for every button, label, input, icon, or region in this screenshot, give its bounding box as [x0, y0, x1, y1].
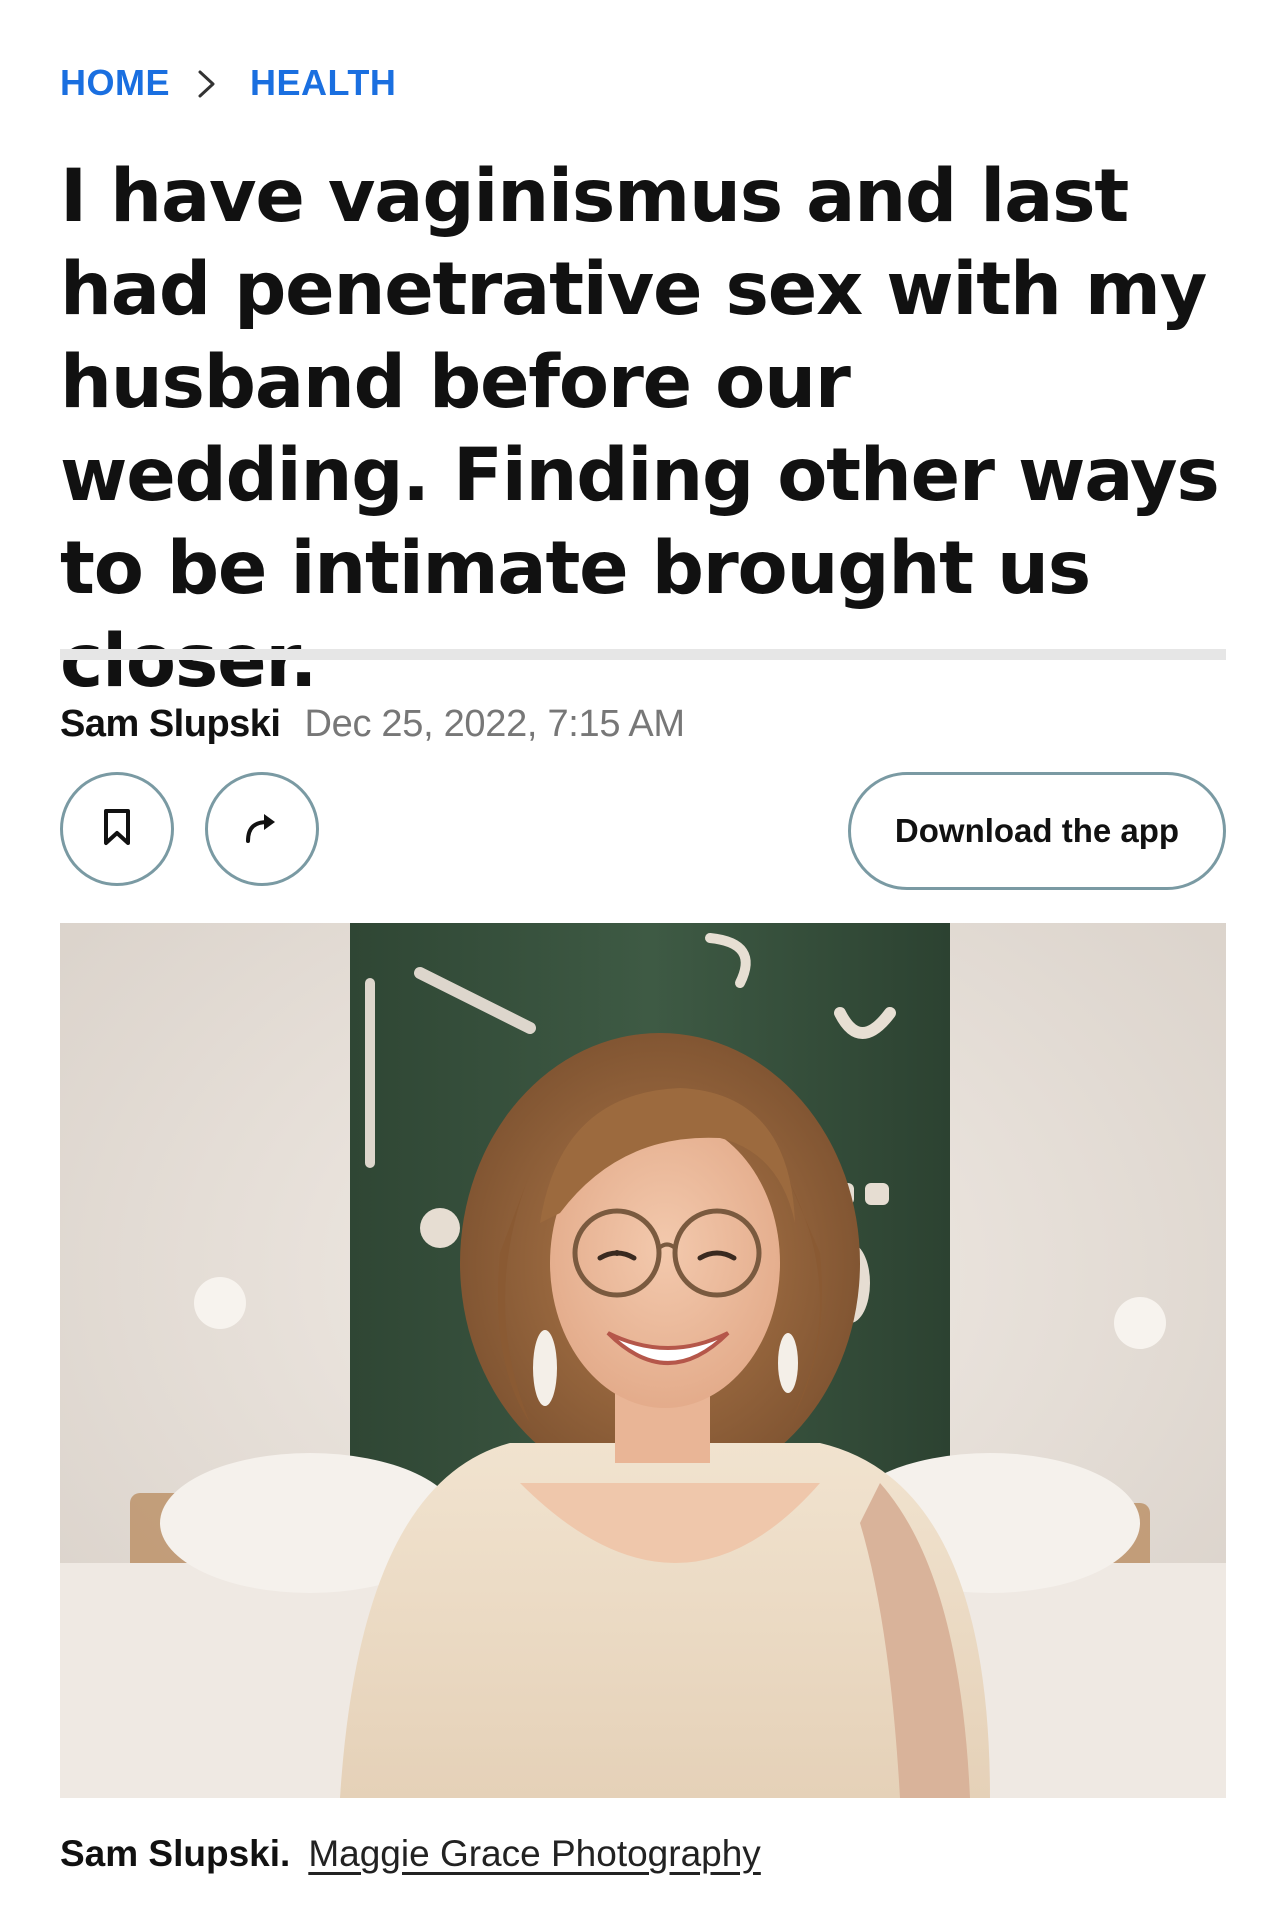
bookmark-icon: [100, 808, 134, 851]
author-name[interactable]: Sam Slupski: [60, 703, 281, 746]
breadcrumb: HOME HEALTH: [60, 62, 396, 104]
download-app-button[interactable]: Download the app: [848, 772, 1226, 890]
article-headline: I have vaginismus and last had penetrati…: [60, 154, 1220, 704]
share-button[interactable]: [205, 772, 319, 886]
breadcrumb-home-link[interactable]: HOME: [60, 62, 170, 104]
caption-subject: Sam Slupski.: [60, 1833, 291, 1874]
chevron-right-icon: [170, 65, 250, 101]
photo-caption: Sam Slupski. Maggie Grace Photography: [60, 1833, 761, 1875]
bookmark-button[interactable]: [60, 772, 174, 886]
article-photo: [60, 923, 1226, 1798]
headline-divider: [60, 649, 1226, 660]
breadcrumb-health-link[interactable]: HEALTH: [250, 62, 396, 104]
byline: Sam Slupski Dec 25, 2022, 7:15 AM: [60, 703, 685, 746]
photo-credit-link[interactable]: Maggie Grace Photography: [308, 1833, 761, 1874]
share-arrow-icon: [242, 809, 282, 850]
publish-date: Dec 25, 2022, 7:15 AM: [304, 703, 685, 745]
